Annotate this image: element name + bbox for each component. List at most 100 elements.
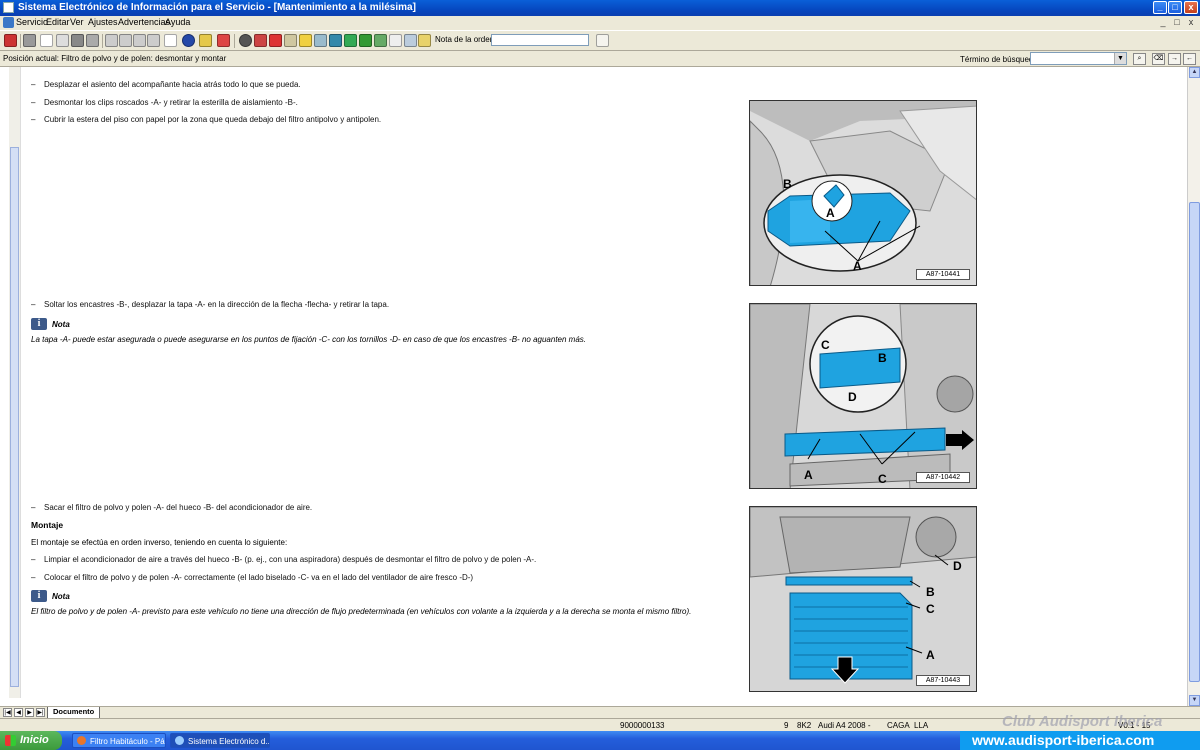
taskbar-item[interactable]: Filtro Habitáculo - Pá...	[72, 733, 166, 748]
menu-ver[interactable]: Ver	[70, 17, 84, 27]
vehicle-model: Audi A4 2008 -	[818, 721, 871, 730]
menu-editar[interactable]: Editar	[46, 17, 70, 27]
figure-1-illustration	[750, 101, 976, 285]
start-label: Inicio	[20, 734, 49, 746]
menu-servicio[interactable]: Servicio	[16, 17, 48, 27]
search-icon[interactable]: ⌕	[1133, 53, 1146, 65]
windows-logo-icon	[5, 735, 16, 746]
figure-label: C	[926, 602, 935, 616]
maximize-button[interactable]: □	[1168, 1, 1182, 14]
search-next-icon[interactable]: →	[1168, 53, 1181, 65]
note-text: La tapa -A- puede estar asegurada o pued…	[31, 335, 586, 344]
print-icon[interactable]	[23, 34, 36, 47]
step-text: Sacar el filtro de polvo y polen -A- del…	[44, 503, 313, 512]
start-button[interactable]: Inicio	[0, 731, 62, 750]
order-note-label: Nota de la orden:	[435, 35, 497, 44]
checklist-icon[interactable]	[389, 34, 402, 47]
tab-prev-icon[interactable]: ◀	[14, 708, 23, 717]
swap-icon[interactable]	[217, 34, 230, 47]
mdi-minimize-button[interactable]: _	[1158, 17, 1168, 28]
edit-green-icon[interactable]	[374, 34, 387, 47]
left-scroll-thumb[interactable]	[10, 147, 19, 687]
search-input[interactable]: ▼	[1030, 52, 1127, 65]
car-icon[interactable]	[71, 34, 84, 47]
next-icon[interactable]	[133, 34, 146, 47]
tab-last-icon[interactable]: ▶|	[36, 708, 45, 717]
note-text: El filtro de polvo y de polen -A- previs…	[31, 607, 692, 616]
window-title: Sistema Electrónico de Información para …	[18, 2, 416, 13]
note-icon[interactable]	[418, 34, 431, 47]
car-alt-icon[interactable]	[86, 34, 99, 47]
order-note-input[interactable]	[491, 34, 589, 46]
order-number: 9000000133	[620, 721, 665, 730]
left-scrollbar[interactable]	[9, 67, 21, 698]
prev-icon[interactable]	[119, 34, 132, 47]
watermark: Club Audisport Iberica	[1002, 713, 1163, 730]
bullet-dash: –	[31, 115, 36, 124]
mdi-restore-button[interactable]: □	[1172, 17, 1182, 28]
tab-first-icon[interactable]: |◀	[3, 708, 12, 717]
right-scrollbar[interactable]: ▲ ▼	[1187, 67, 1200, 706]
step-text: Colocar el filtro de polvo y de polen -A…	[44, 573, 474, 582]
chevron-down-icon[interactable]: ▼	[1114, 53, 1126, 64]
task-label: Filtro Habitáculo - Pá...	[90, 737, 166, 746]
bullet-dash: –	[31, 300, 36, 309]
position-bar: Posición actual: Filtro de polvo y de po…	[0, 51, 1200, 67]
figure-label: A	[826, 206, 835, 220]
step-text: Soltar los encastres -B-, desplazar la t…	[44, 300, 390, 309]
key-icon[interactable]	[199, 34, 212, 47]
search-prev-icon[interactable]: ←	[1183, 53, 1196, 65]
car-green-icon[interactable]	[359, 34, 372, 47]
figure-3: D B C A A87-10443	[749, 506, 977, 692]
info-note-icon: i	[31, 318, 47, 330]
edit-icon[interactable]	[56, 34, 69, 47]
tray-url: www.audisport-iberica.com	[972, 732, 1155, 748]
up-level-icon[interactable]	[164, 34, 177, 47]
step-text: Desplazar el asiento del acompañante hac…	[44, 80, 301, 89]
scroll-up-icon[interactable]: ▲	[1189, 67, 1200, 78]
taskbar-item[interactable]: Sistema Electrónico d...	[170, 733, 270, 748]
globe-icon[interactable]	[329, 34, 342, 47]
diagram-icon[interactable]	[269, 34, 282, 47]
step-text: Limpiar el acondicionador de aire a trav…	[44, 555, 537, 564]
figure-label: B	[783, 177, 792, 191]
minimize-button[interactable]: _	[1153, 1, 1167, 14]
figure-1: B A A A87-10441	[749, 100, 977, 286]
current-position: Posición actual: Filtro de polvo y de po…	[3, 54, 227, 63]
title-bar: Sistema Electrónico de Información para …	[0, 0, 1200, 16]
tool-red-icon[interactable]	[596, 34, 609, 47]
tab-next-icon[interactable]: ▶	[25, 708, 34, 717]
menu-ayuda[interactable]: Ayuda	[165, 17, 190, 27]
search-doc-icon[interactable]	[404, 34, 417, 47]
figure-label: D	[848, 390, 857, 404]
bullet-dash: –	[31, 555, 36, 564]
toolbar-separator	[234, 34, 235, 48]
menu-advertencias[interactable]: Advertencias	[118, 17, 170, 27]
status-field: 8K2	[797, 721, 812, 730]
tools-icon[interactable]	[254, 34, 267, 47]
paint-icon[interactable]	[344, 34, 357, 47]
last-icon[interactable]	[147, 34, 160, 47]
scroll-thumb[interactable]	[1189, 202, 1200, 682]
market-code: LLA	[914, 721, 929, 730]
exit-icon[interactable]	[4, 34, 17, 47]
sheet-icon[interactable]	[314, 34, 327, 47]
menu-ajustes[interactable]: Ajustes	[88, 17, 118, 27]
warning-icon[interactable]	[299, 34, 312, 47]
figure-label: C	[878, 472, 887, 486]
clear-icon[interactable]: ⌫	[1152, 53, 1165, 65]
toolbar: Nota de la orden:	[0, 30, 1200, 51]
search-label: Término de búsqueda:	[960, 55, 1041, 64]
close-button[interactable]: x	[1184, 1, 1198, 14]
info-icon[interactable]	[182, 34, 195, 47]
calc-icon[interactable]	[284, 34, 297, 47]
wheel-icon[interactable]	[239, 34, 252, 47]
page-icon[interactable]	[40, 34, 53, 47]
scroll-down-icon[interactable]: ▼	[1189, 695, 1200, 706]
app-menu-icon[interactable]	[3, 17, 14, 28]
first-icon[interactable]	[105, 34, 118, 47]
mdi-close-button[interactable]: x	[1186, 17, 1196, 28]
figure-label: B	[878, 351, 887, 365]
task-label: Sistema Electrónico d...	[188, 737, 270, 746]
bullet-dash: –	[31, 573, 36, 582]
